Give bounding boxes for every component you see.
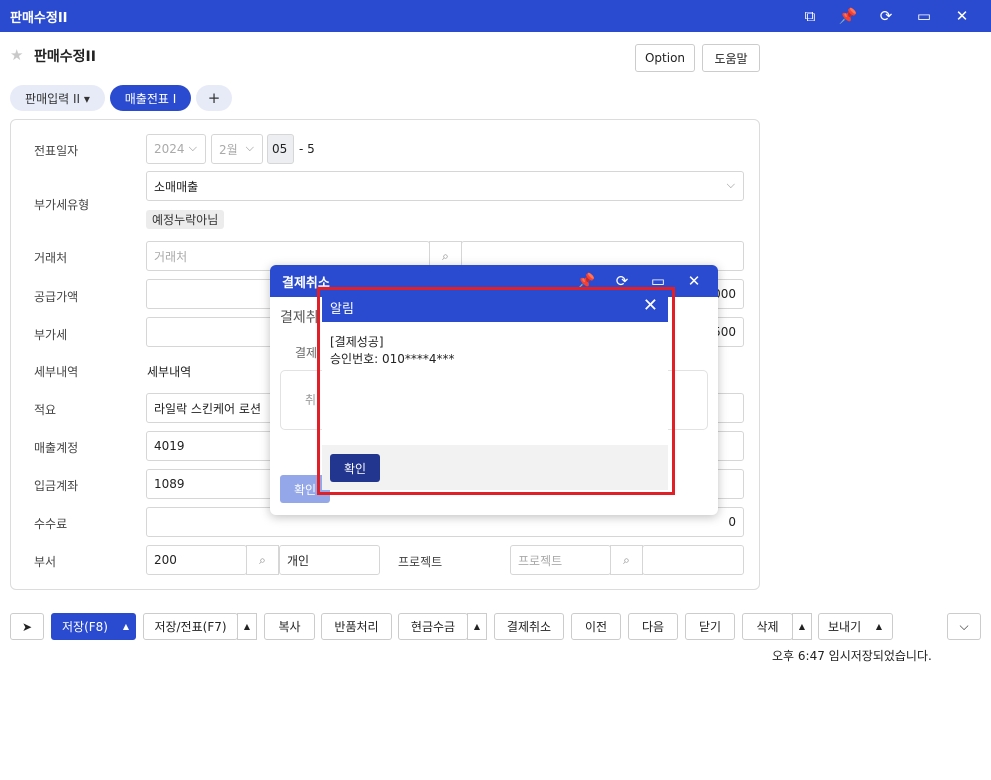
alert-ok-button[interactable]: 확인 — [330, 454, 380, 482]
tab-sales-input[interactable]: 판매입력 II ▾ — [10, 85, 105, 111]
supply-amount-label: 공급가액 — [34, 290, 79, 304]
search-icon[interactable]: ⌕ — [246, 545, 279, 575]
delete-menu-icon[interactable]: ▲ — [792, 613, 812, 640]
prev-button[interactable]: 이전 — [571, 613, 621, 640]
dept-name-field[interactable]: 개인 — [279, 545, 380, 575]
dialog-subtitle: 결제취 — [280, 310, 319, 326]
vat-label: 부가세 — [34, 328, 68, 342]
project-input[interactable]: 프로젝트 — [510, 545, 611, 575]
alert-message-line2: 승인번호: 010****4*** — [330, 352, 455, 366]
close-button[interactable]: 닫기 — [685, 613, 735, 640]
memo-label: 적요 — [34, 403, 57, 417]
add-tab-button[interactable]: + — [196, 85, 232, 111]
help-button[interactable]: 도움말 — [702, 44, 760, 72]
next-button[interactable]: 다음 — [628, 613, 678, 640]
dept-label: 부서 — [34, 555, 57, 569]
cash-collect-button[interactable]: 현금수금 — [398, 613, 468, 640]
alert-title: 알림 — [330, 301, 354, 317]
status-text: 오후 6:47 임시저장되었습니다. — [772, 649, 932, 663]
send-icon[interactable]: ➤ — [10, 613, 44, 640]
search-icon[interactable]: ⌕ — [610, 545, 643, 575]
send-menu-button[interactable]: 보내기 ▲ — [818, 613, 893, 640]
maximize-icon[interactable]: ▭ — [905, 7, 943, 25]
window-title: 판매수정II — [10, 10, 68, 26]
copy-button[interactable]: 복사 — [264, 613, 315, 640]
option-button[interactable]: Option — [635, 44, 695, 72]
delete-button[interactable]: 삭제 — [742, 613, 793, 640]
pin-icon[interactable]: 📌 — [829, 7, 867, 25]
return-button[interactable]: 반품처리 — [321, 613, 392, 640]
dialog-row-label: 결제 — [295, 346, 318, 360]
close-icon[interactable]: ✕ — [676, 272, 712, 290]
external-link-icon[interactable]: ⧉ — [791, 7, 829, 25]
deposit-account-label: 입금계좌 — [34, 479, 79, 493]
cancel-payment-button[interactable]: 결제취소 — [494, 613, 564, 640]
chevron-down-icon[interactable]: ⌵ — [947, 613, 981, 640]
tab-sales-slip[interactable]: 매출전표 I — [110, 85, 191, 111]
month-select[interactable]: 2월 ⌵ — [211, 134, 263, 164]
dept-code-input[interactable]: 200 — [146, 545, 247, 575]
tax-detail-link[interactable]: 세부내역 — [147, 363, 191, 380]
dialog-inner-label: 취 — [305, 393, 317, 407]
tax-detail-label: 세부내역 — [34, 365, 79, 379]
alert-message-line1: [결제성공] — [330, 335, 384, 349]
close-icon[interactable]: ✕ — [943, 7, 981, 25]
project-label: 프로젝트 — [398, 555, 443, 569]
year-select[interactable]: 2024 ⌵ — [146, 134, 206, 164]
omission-badge: 예정누락아님 — [146, 210, 225, 229]
save-slip-menu-icon[interactable]: ▲ — [237, 613, 257, 640]
fee-label: 수수료 — [34, 517, 68, 531]
slip-sequence: - 5 — [299, 142, 315, 156]
cash-collect-menu-icon[interactable]: ▲ — [467, 613, 487, 640]
page-title: 판매수정II — [34, 49, 96, 65]
vat-type-select[interactable]: 소매매출 ⌵ — [146, 171, 744, 201]
client-label: 거래처 — [34, 251, 68, 265]
alert-dialog: 알림 ✕ [결제성공] 승인번호: 010****4*** 확인 — [322, 292, 668, 490]
close-icon[interactable]: ✕ — [643, 295, 658, 316]
vat-type-label: 부가세유형 — [34, 198, 90, 212]
date-label: 전표일자 — [34, 144, 79, 158]
save-button[interactable]: 저장(F8) ▲ — [51, 613, 136, 640]
project-name-field[interactable] — [642, 545, 744, 575]
refresh-icon[interactable]: ⟳ — [867, 7, 905, 25]
favorite-star-icon[interactable]: ★ — [10, 46, 23, 64]
day-field[interactable]: 05 — [267, 134, 294, 164]
save-slip-button[interactable]: 저장/전표(F7) — [143, 613, 238, 640]
sales-account-label: 매출계정 — [34, 441, 79, 455]
window-titlebar: 판매수정II ⧉ 📌 ⟳ ▭ ✕ — [0, 0, 991, 32]
